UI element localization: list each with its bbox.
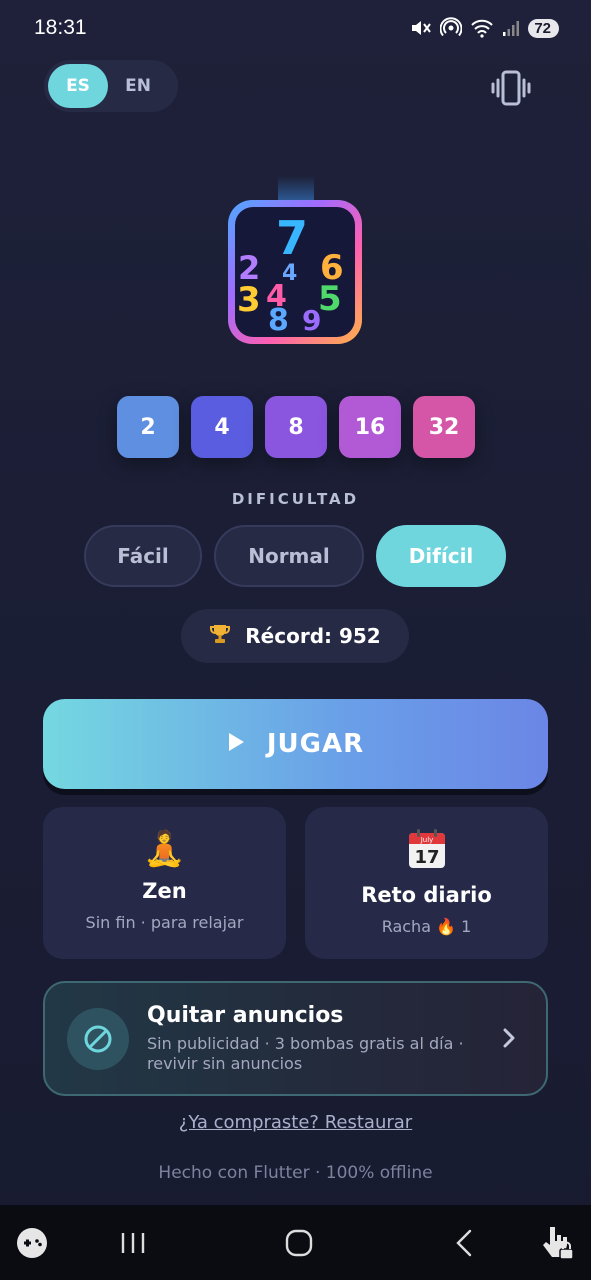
recent-apps-icon[interactable] <box>120 1231 146 1259</box>
touch-lock-icon[interactable] <box>540 1223 576 1265</box>
zen-mode-card[interactable]: 🧘 Zen Sin fin · para relajar <box>43 807 286 959</box>
home-icon[interactable] <box>285 1229 313 1261</box>
wifi-icon <box>470 18 494 38</box>
lang-en-button[interactable]: EN <box>108 64 168 108</box>
difficulty-easy-button[interactable]: Fácil <box>84 525 202 587</box>
battery-level: 72 <box>534 19 551 37</box>
daily-title: Reto diario <box>361 883 492 907</box>
calendar-day: 17 <box>414 847 439 868</box>
language-toggle: ES EN <box>44 60 178 112</box>
play-label: JUGAR <box>266 729 365 759</box>
vibrate-icon <box>490 70 532 112</box>
logo-digit: 8 <box>268 303 289 338</box>
remove-ads-title: Quitar anuncios <box>147 1003 344 1028</box>
chevron-right-icon <box>502 1027 516 1053</box>
gamepad-icon[interactable] <box>16 1227 48 1263</box>
tile-16: 16 <box>339 396 401 458</box>
sample-tiles: 2 4 8 16 32 <box>117 396 475 458</box>
vibrate-button[interactable] <box>490 68 532 108</box>
status-icons: 72 <box>410 17 559 39</box>
difficulty-hard-button[interactable]: Difícil <box>376 525 506 587</box>
hotspot-icon <box>440 17 463 39</box>
difficulty-normal-button[interactable]: Normal <box>214 525 364 587</box>
record-text: Récord: 952 <box>245 624 381 648</box>
streak-count: 1 <box>461 917 472 936</box>
record-badge: Récord: 952 <box>181 609 409 663</box>
footer-text: Hecho con Flutter · 100% offline <box>158 1163 433 1183</box>
remove-ads-subtitle: Sin publicidad · 3 bombas gratis al día … <box>147 1034 464 1073</box>
zen-title: Zen <box>142 879 187 903</box>
difficulty-selector: Fácil Normal Difícil <box>84 525 506 587</box>
status-time: 18:31 <box>34 16 87 39</box>
fire-icon: 🔥 <box>436 917 457 936</box>
signal-icon <box>502 19 520 37</box>
play-button[interactable]: JUGAR <box>43 699 548 789</box>
zen-subtitle: Sin fin · para relajar <box>85 913 244 932</box>
play-icon <box>227 732 245 756</box>
meditation-icon: 🧘 <box>143 829 186 869</box>
lang-es-button[interactable]: ES <box>48 64 108 108</box>
tile-4: 4 <box>191 396 253 458</box>
logo-digit: 9 <box>302 304 321 337</box>
status-bar: 18:31 72 <box>0 0 591 56</box>
no-ads-icon <box>67 1007 129 1070</box>
restore-purchases-link[interactable]: ¿Ya compraste? Restaurar <box>0 1112 591 1133</box>
remove-ads-text: Quitar anuncios Sin publicidad · 3 bomba… <box>147 1003 497 1074</box>
logo-digit: 7 <box>276 211 308 265</box>
back-icon[interactable] <box>455 1229 473 1261</box>
calendar-month: July <box>419 836 433 844</box>
daily-challenge-card[interactable]: July 17 Reto diario Racha 🔥 1 <box>305 807 548 959</box>
tile-2: 2 <box>117 396 179 458</box>
battery-icon: 72 <box>528 18 559 38</box>
trophy-icon <box>209 623 231 650</box>
daily-subtitle: Racha 🔥 1 <box>382 917 472 936</box>
difficulty-label: DIFICULTAD <box>231 490 360 508</box>
mute-icon <box>410 18 432 38</box>
calendar-icon: July 17 <box>408 829 446 873</box>
tile-8: 8 <box>265 396 327 458</box>
logo-digit: 5 <box>318 279 342 319</box>
system-nav-bar <box>0 1205 591 1280</box>
streak-label: Racha <box>381 917 431 936</box>
remove-ads-card[interactable]: Quitar anuncios Sin publicidad · 3 bomba… <box>43 981 548 1096</box>
app-logo: 7 2 4 6 3 4 5 8 9 <box>220 176 370 351</box>
logo-digit: 3 <box>237 280 261 320</box>
tile-32: 32 <box>413 396 475 458</box>
